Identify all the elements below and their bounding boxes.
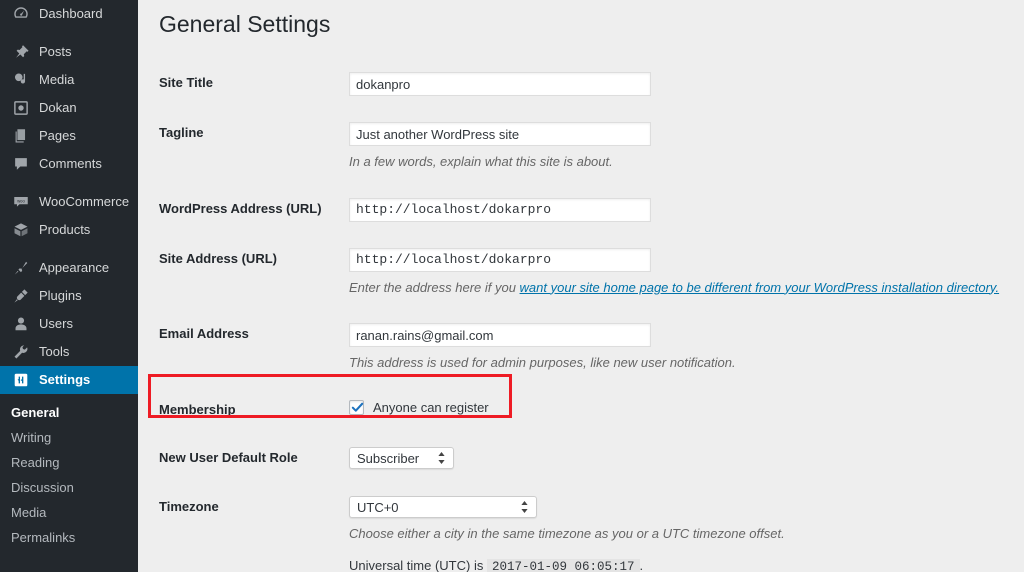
sidebar-item-dashboard[interactable]: Dashboard <box>0 0 138 28</box>
form-row-new-user-default-role: New User Default Role Subscriber <box>159 434 1021 483</box>
site-address-description: Enter the address here if you want your … <box>349 278 1011 298</box>
sidebar-item-label: Tools <box>39 344 70 359</box>
anyone-can-register-checkbox[interactable] <box>349 400 364 416</box>
sidebar-item-label: Comments <box>39 156 102 171</box>
sidebar-item-media[interactable]: Media <box>0 66 138 94</box>
submenu-item-permalinks[interactable]: Permalinks <box>0 525 138 550</box>
sidebar-item-products[interactable]: Products <box>0 216 138 244</box>
sidebar-item-label: Users <box>39 316 73 331</box>
form-row-site-title: Site Title <box>159 59 1021 109</box>
woocommerce-icon: woo <box>11 192 31 212</box>
email-address-input[interactable] <box>349 323 651 347</box>
universal-time-row: Universal time (UTC) is 2017-01-09 06:05… <box>349 556 1011 572</box>
site-address-input[interactable] <box>349 247 651 272</box>
sidebar-item-plugins[interactable]: Plugins <box>0 282 138 310</box>
sidebar-item-label: Posts <box>39 44 72 59</box>
sidebar-item-woocommerce[interactable]: woo WooCommerce <box>0 188 138 216</box>
sidebar-item-label: WooCommerce <box>39 194 130 209</box>
sidebar-item-label: Dashboard <box>39 6 103 21</box>
media-icon <box>11 70 31 90</box>
sidebar-item-users[interactable]: Users <box>0 310 138 338</box>
sidebar-item-posts[interactable]: Posts <box>0 38 138 66</box>
email-address-label: Email Address <box>159 326 249 341</box>
pin-icon <box>11 42 31 62</box>
membership-checkbox-row[interactable]: Anyone can register <box>349 399 1011 417</box>
timezone-select-wrap: UTC+0 <box>349 496 537 519</box>
anyone-can-register-label: Anyone can register <box>373 399 489 415</box>
form-row-wordpress-address: WordPress Address (URL) <box>159 185 1021 235</box>
sidebar-item-settings[interactable]: Settings <box>0 366 138 394</box>
plugins-icon <box>11 286 31 306</box>
membership-label: Membership <box>159 401 236 417</box>
comments-icon <box>11 154 31 174</box>
dashboard-icon <box>11 4 31 24</box>
sidebar-item-appearance[interactable]: Appearance <box>0 254 138 282</box>
settings-submenu: General Writing Reading Discussion Media… <box>0 394 138 558</box>
new-user-default-role-select-wrap: Subscriber <box>349 447 454 470</box>
timezone-label: Timezone <box>159 499 219 515</box>
sidebar-item-pages[interactable]: Pages <box>0 122 138 150</box>
new-user-default-role-label: New User Default Role <box>159 450 298 466</box>
main-content: General Settings Site Title Tagline In a… <box>138 0 1024 572</box>
site-address-label: Site Address (URL) <box>159 250 277 266</box>
submenu-item-writing[interactable]: Writing <box>0 425 138 450</box>
page-title: General Settings <box>159 11 331 37</box>
universal-time-value: 2017-01-09 06:05:17 <box>486 558 640 572</box>
timezone-description: Choose either a city in the same timezon… <box>349 526 785 542</box>
dokan-icon <box>11 98 31 118</box>
sidebar-item-tools[interactable]: Tools <box>0 338 138 366</box>
universal-time-suffix: . <box>639 557 644 572</box>
form-row-membership: Membership Anyone can register <box>159 386 1021 435</box>
sidebar-item-label: Plugins <box>39 288 82 303</box>
tools-icon <box>11 342 31 362</box>
universal-time-prefix: Universal time (UTC) is <box>349 557 484 572</box>
form-row-site-address: Site Address (URL) Enter the address her… <box>159 235 1021 311</box>
sidebar-item-label: Products <box>39 222 91 237</box>
checkmark-icon <box>351 402 364 412</box>
tagline-input[interactable] <box>349 122 651 146</box>
sidebar-item-label: Dokan <box>39 100 77 115</box>
timezone-select[interactable]: UTC+0 <box>349 496 537 519</box>
form-row-email-address: Email Address This address is used for a… <box>159 310 1021 386</box>
appearance-icon <box>11 258 31 278</box>
admin-sidebar: Dashboard Posts Media Dokan Pages Commen… <box>0 0 138 572</box>
products-icon <box>11 220 31 240</box>
sidebar-item-label: Settings <box>39 372 91 387</box>
wordpress-address-label: WordPress Address (URL) <box>159 200 322 216</box>
general-settings-form: Site Title Tagline In a few words, expla… <box>159 59 1021 572</box>
sidebar-item-label: Appearance <box>39 260 110 275</box>
form-row-timezone: Timezone UTC+0 Choose either a city in t… <box>159 483 1021 572</box>
submenu-item-discussion[interactable]: Discussion <box>0 475 138 500</box>
users-icon <box>11 314 31 334</box>
submenu-item-media[interactable]: Media <box>0 500 138 525</box>
site-address-description-text: Enter the address here if you <box>349 279 520 295</box>
tagline-label: Tagline <box>159 125 204 140</box>
pages-icon <box>11 126 31 146</box>
form-row-tagline: Tagline In a few words, explain what thi… <box>159 109 1021 185</box>
wordpress-address-input[interactable] <box>349 197 651 222</box>
email-address-description: This address is used for admin purposes,… <box>349 355 736 370</box>
sidebar-item-comments[interactable]: Comments <box>0 150 138 178</box>
site-address-description-link[interactable]: want your site home page to be different… <box>520 280 1000 295</box>
sidebar-item-label: Pages <box>39 128 76 143</box>
svg-text:woo: woo <box>17 199 25 204</box>
submenu-item-reading[interactable]: Reading <box>0 450 138 475</box>
site-title-input[interactable] <box>349 72 651 96</box>
sidebar-item-dokan[interactable]: Dokan <box>0 94 138 122</box>
site-title-label: Site Title <box>159 75 213 90</box>
sidebar-item-label: Media <box>39 72 75 87</box>
submenu-item-general[interactable]: General <box>0 400 138 425</box>
tagline-description: In a few words, explain what this site i… <box>349 154 613 169</box>
settings-icon <box>11 370 31 390</box>
new-user-default-role-select[interactable]: Subscriber <box>349 447 454 470</box>
